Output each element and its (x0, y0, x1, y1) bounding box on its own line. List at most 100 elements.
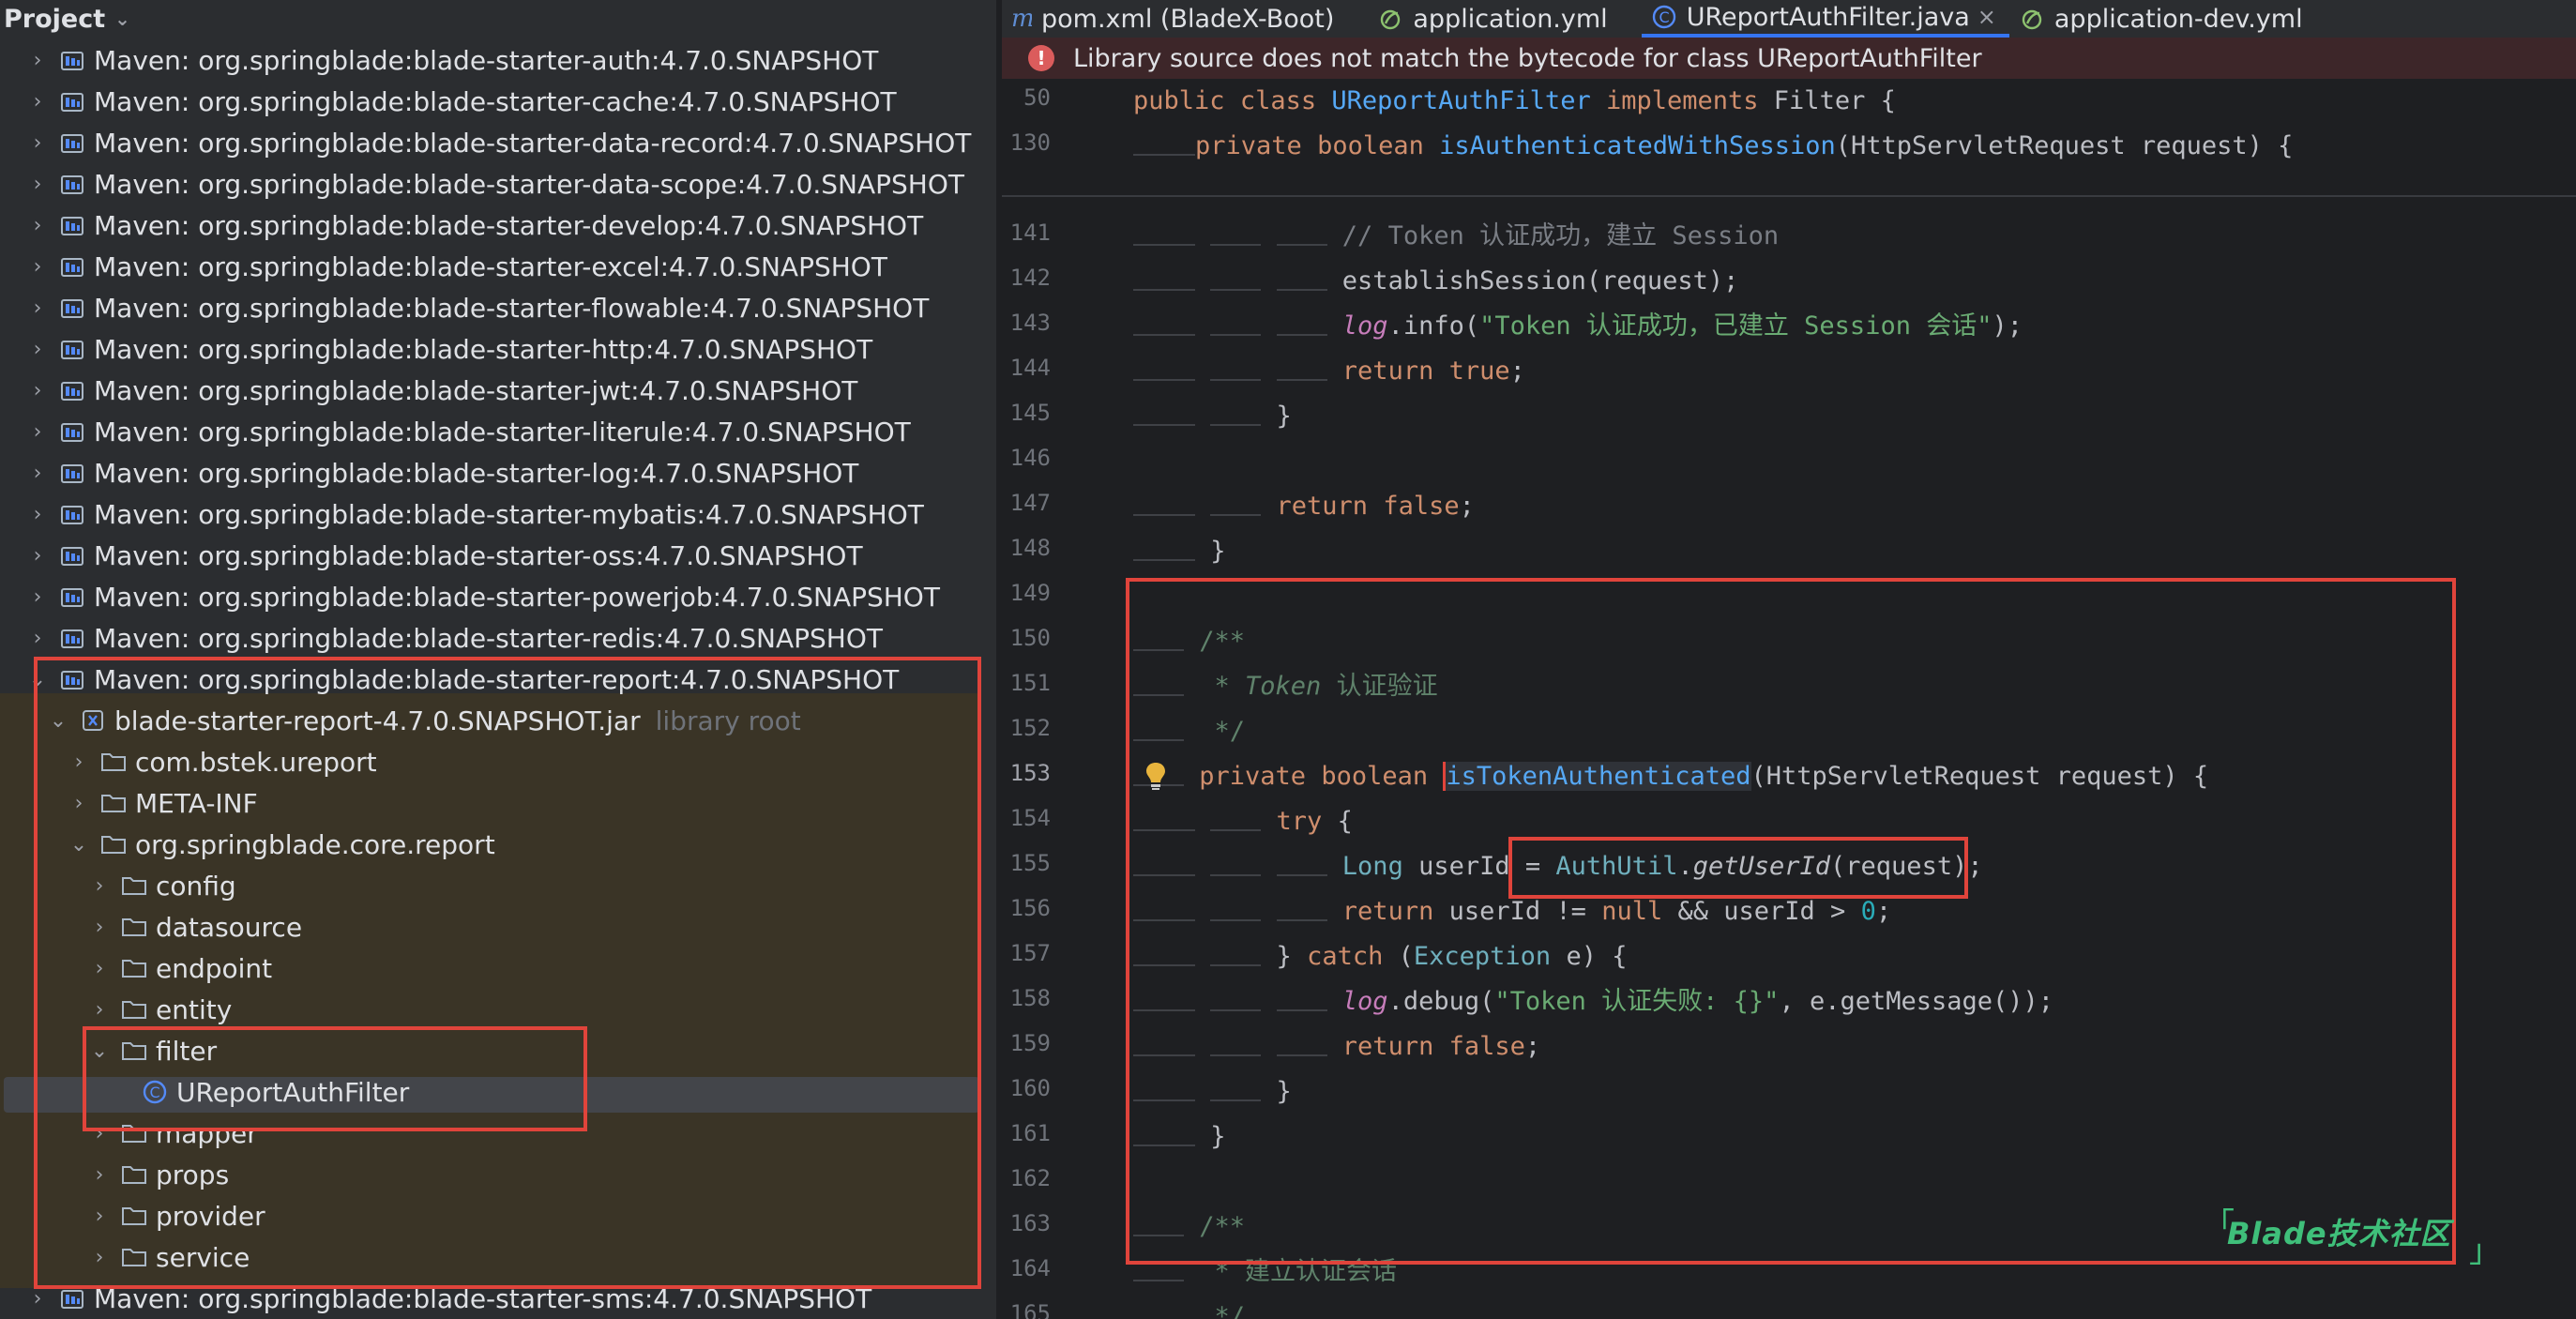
maven-library-item[interactable]: › Maven: org.springblade:blade-starter-lo… (0, 452, 996, 493)
maven-library-item[interactable]: › Maven: org.springblade:blade-starter-os… (0, 535, 996, 576)
chevron-right-icon[interactable]: › (28, 90, 47, 114)
code-line[interactable]: 161 } (1002, 1114, 2576, 1160)
chevron-right-icon[interactable]: › (90, 874, 109, 898)
folder-item[interactable]: › META-INF (0, 782, 996, 824)
chevron-right-icon[interactable]: › (28, 462, 47, 485)
chevron-right-icon[interactable]: › (28, 544, 47, 568)
code-line[interactable]: 162 (1002, 1160, 2576, 1205)
chevron-right-icon[interactable]: › (69, 792, 88, 815)
folder-item[interactable]: › endpoint (0, 948, 996, 989)
chevron-right-icon[interactable]: › (28, 1287, 47, 1311)
maven-library-item[interactable]: › Maven: org.springblade:blade-starter-ex… (0, 246, 996, 287)
chevron-right-icon[interactable]: › (90, 1122, 109, 1145)
code-line[interactable]: 160 } (1002, 1069, 2576, 1114)
chevron-right-icon[interactable]: › (90, 957, 109, 980)
folder-item[interactable]: › entity (0, 989, 996, 1030)
maven-library-item[interactable]: › Maven: org.springblade:blade-starter-ca… (0, 81, 996, 122)
class-item-ureport-auth-filter[interactable]: C UReportAuthFilter (0, 1071, 996, 1113)
chevron-right-icon[interactable]: › (90, 1205, 109, 1228)
maven-library-item[interactable]: › Maven: org.springblade:blade-starter-fl… (0, 287, 996, 328)
maven-library-item[interactable]: › Maven: org.springblade:blade-starter-my… (0, 493, 996, 535)
maven-library-item[interactable]: › Maven: org.springblade:blade-starter-da… (0, 122, 996, 163)
maven-library-item[interactable]: › Maven: org.springblade:blade-starter-li… (0, 411, 996, 452)
maven-library-icon (58, 583, 86, 611)
sticky-line[interactable]: 130 private boolean isAuthenticatedWithS… (1002, 124, 2576, 169)
maven-library-item[interactable]: › Maven: org.springblade:blade-starter-ht… (0, 328, 996, 370)
code-line[interactable]: 149 (1002, 574, 2576, 619)
code-line[interactable]: 154 try { (1002, 799, 2576, 844)
maven-library-item[interactable]: › Maven: org.springblade:blade-starter-re… (0, 617, 996, 659)
chevron-right-icon[interactable]: › (28, 585, 47, 609)
code-line[interactable]: 143 log.info("Token 认证成功，已建立 Session 会话"… (1002, 304, 2576, 349)
code-line[interactable]: 153 private boolean isTokenAuthenticated… (1002, 754, 2576, 799)
package-item[interactable]: ⌄ org.springblade.core.report (0, 824, 996, 865)
close-icon[interactable]: × (1977, 4, 1996, 30)
project-header[interactable]: Project ⌄ (0, 0, 996, 38)
folder-item[interactable]: › com.bstek.ureport (0, 741, 996, 782)
code-line[interactable]: 165 */ (1002, 1295, 2576, 1319)
code-line[interactable]: 156 return userId != null && userId > 0; (1002, 889, 2576, 934)
tab-pom-xml[interactable]: m pom.xml (BladeX-Boot) (1002, 0, 1347, 38)
folder-item[interactable]: › provider (0, 1195, 996, 1236)
maven-library-item[interactable]: › Maven: org.springblade:blade-starter-au… (0, 39, 996, 81)
chevron-right-icon[interactable]: › (90, 1246, 109, 1269)
folder-item[interactable]: › datasource (0, 906, 996, 948)
chevron-right-icon[interactable]: › (28, 131, 47, 155)
code-line[interactable]: 144 return true; (1002, 349, 2576, 394)
folder-item[interactable]: › props (0, 1154, 996, 1195)
chevron-right-icon[interactable]: › (28, 503, 47, 526)
chevron-right-icon[interactable]: › (28, 214, 47, 237)
code-editor[interactable]: 50 public class UReportAuthFilter implem… (1002, 79, 2576, 1319)
code-line[interactable]: 151 * Token 认证验证 (1002, 664, 2576, 709)
maven-library-item[interactable]: › Maven: org.springblade:blade-starter-da… (0, 163, 996, 205)
chevron-right-icon[interactable]: › (28, 627, 47, 650)
maven-library-item[interactable]: › Maven: org.springblade:blade-starter-sm… (0, 1278, 996, 1319)
chevron-right-icon[interactable]: › (28, 338, 47, 361)
code-line[interactable]: 147 return false; (1002, 484, 2576, 529)
chevron-down-icon[interactable]: ⌄ (28, 668, 47, 691)
chevron-right-icon[interactable]: › (28, 296, 47, 320)
sticky-line[interactable]: 50 public class UReportAuthFilter implem… (1002, 79, 2576, 124)
maven-library-item[interactable]: › Maven: org.springblade:blade-starter-jw… (0, 370, 996, 411)
chevron-down-icon[interactable]: ⌄ (69, 833, 88, 857)
code-line[interactable]: 159 return false; (1002, 1024, 2576, 1069)
maven-library-item[interactable]: › Maven: org.springblade:blade-starter-po… (0, 576, 996, 617)
folder-item-filter[interactable]: ⌄ filter (0, 1030, 996, 1071)
tab-ureport-auth-filter[interactable]: C UReportAuthFilter.java × (1641, 0, 2009, 38)
chevron-down-icon[interactable]: ⌄ (114, 8, 130, 30)
tab-application-dev-yml[interactable]: application-dev.yml (2009, 0, 2316, 38)
code-line[interactable]: 152 */ (1002, 709, 2576, 754)
code-line[interactable]: 142 establishSession(request); (1002, 259, 2576, 304)
chevron-right-icon[interactable]: › (28, 420, 47, 444)
maven-library-item-report[interactable]: ⌄ Maven: org.springblade:blade-starter-re… (0, 659, 996, 700)
chevron-right-icon[interactable]: › (90, 998, 109, 1022)
maven-library-item[interactable]: › Maven: org.springblade:blade-starter-de… (0, 205, 996, 246)
code-line[interactable]: 155 Long userId = AuthUtil.getUserId(req… (1002, 844, 2576, 889)
chevron-right-icon[interactable]: › (90, 1163, 109, 1187)
folder-item[interactable]: › service (0, 1236, 996, 1278)
code-line[interactable]: 150 /** (1002, 619, 2576, 664)
tab-application-yml[interactable]: application.yml (1368, 0, 1620, 38)
code-line[interactable]: 145 } (1002, 394, 2576, 439)
tree-item-label: Maven: org.springblade:blade-starter-dev… (94, 209, 924, 241)
chevron-right-icon[interactable]: › (28, 173, 47, 196)
chevron-right-icon[interactable]: › (28, 255, 47, 279)
jar-root-item[interactable]: ⌄ blade-starter-report-4.7.0.SNAPSHOT.jar… (0, 700, 996, 741)
chevron-right-icon[interactable]: › (28, 379, 47, 402)
lightbulb-icon[interactable] (1143, 760, 1169, 796)
chevron-right-icon[interactable]: › (69, 750, 88, 774)
code-line[interactable]: 141 // Token 认证成功，建立 Session (1002, 214, 2576, 259)
chevron-down-icon[interactable]: ⌄ (90, 1039, 109, 1063)
code-line[interactable]: 148 } (1002, 529, 2576, 574)
code-line[interactable]: 157 } catch (Exception e) { (1002, 934, 2576, 979)
folder-item[interactable]: › config (0, 865, 996, 906)
code-line[interactable]: 164 * 建立认证会话 (1002, 1250, 2576, 1295)
code-line[interactable]: 146 (1002, 439, 2576, 484)
chevron-down-icon[interactable]: ⌄ (49, 709, 68, 733)
chevron-right-icon[interactable]: › (90, 916, 109, 939)
chevron-right-icon[interactable]: › (28, 49, 47, 72)
code-text: private boolean isTokenAuthenticated(Htt… (1133, 758, 2208, 796)
folder-item[interactable]: › mapper (0, 1113, 996, 1154)
code-text: return true; (1133, 353, 1525, 390)
code-line[interactable]: 158 log.debug("Token 认证失败: {}", e.getMes… (1002, 979, 2576, 1024)
